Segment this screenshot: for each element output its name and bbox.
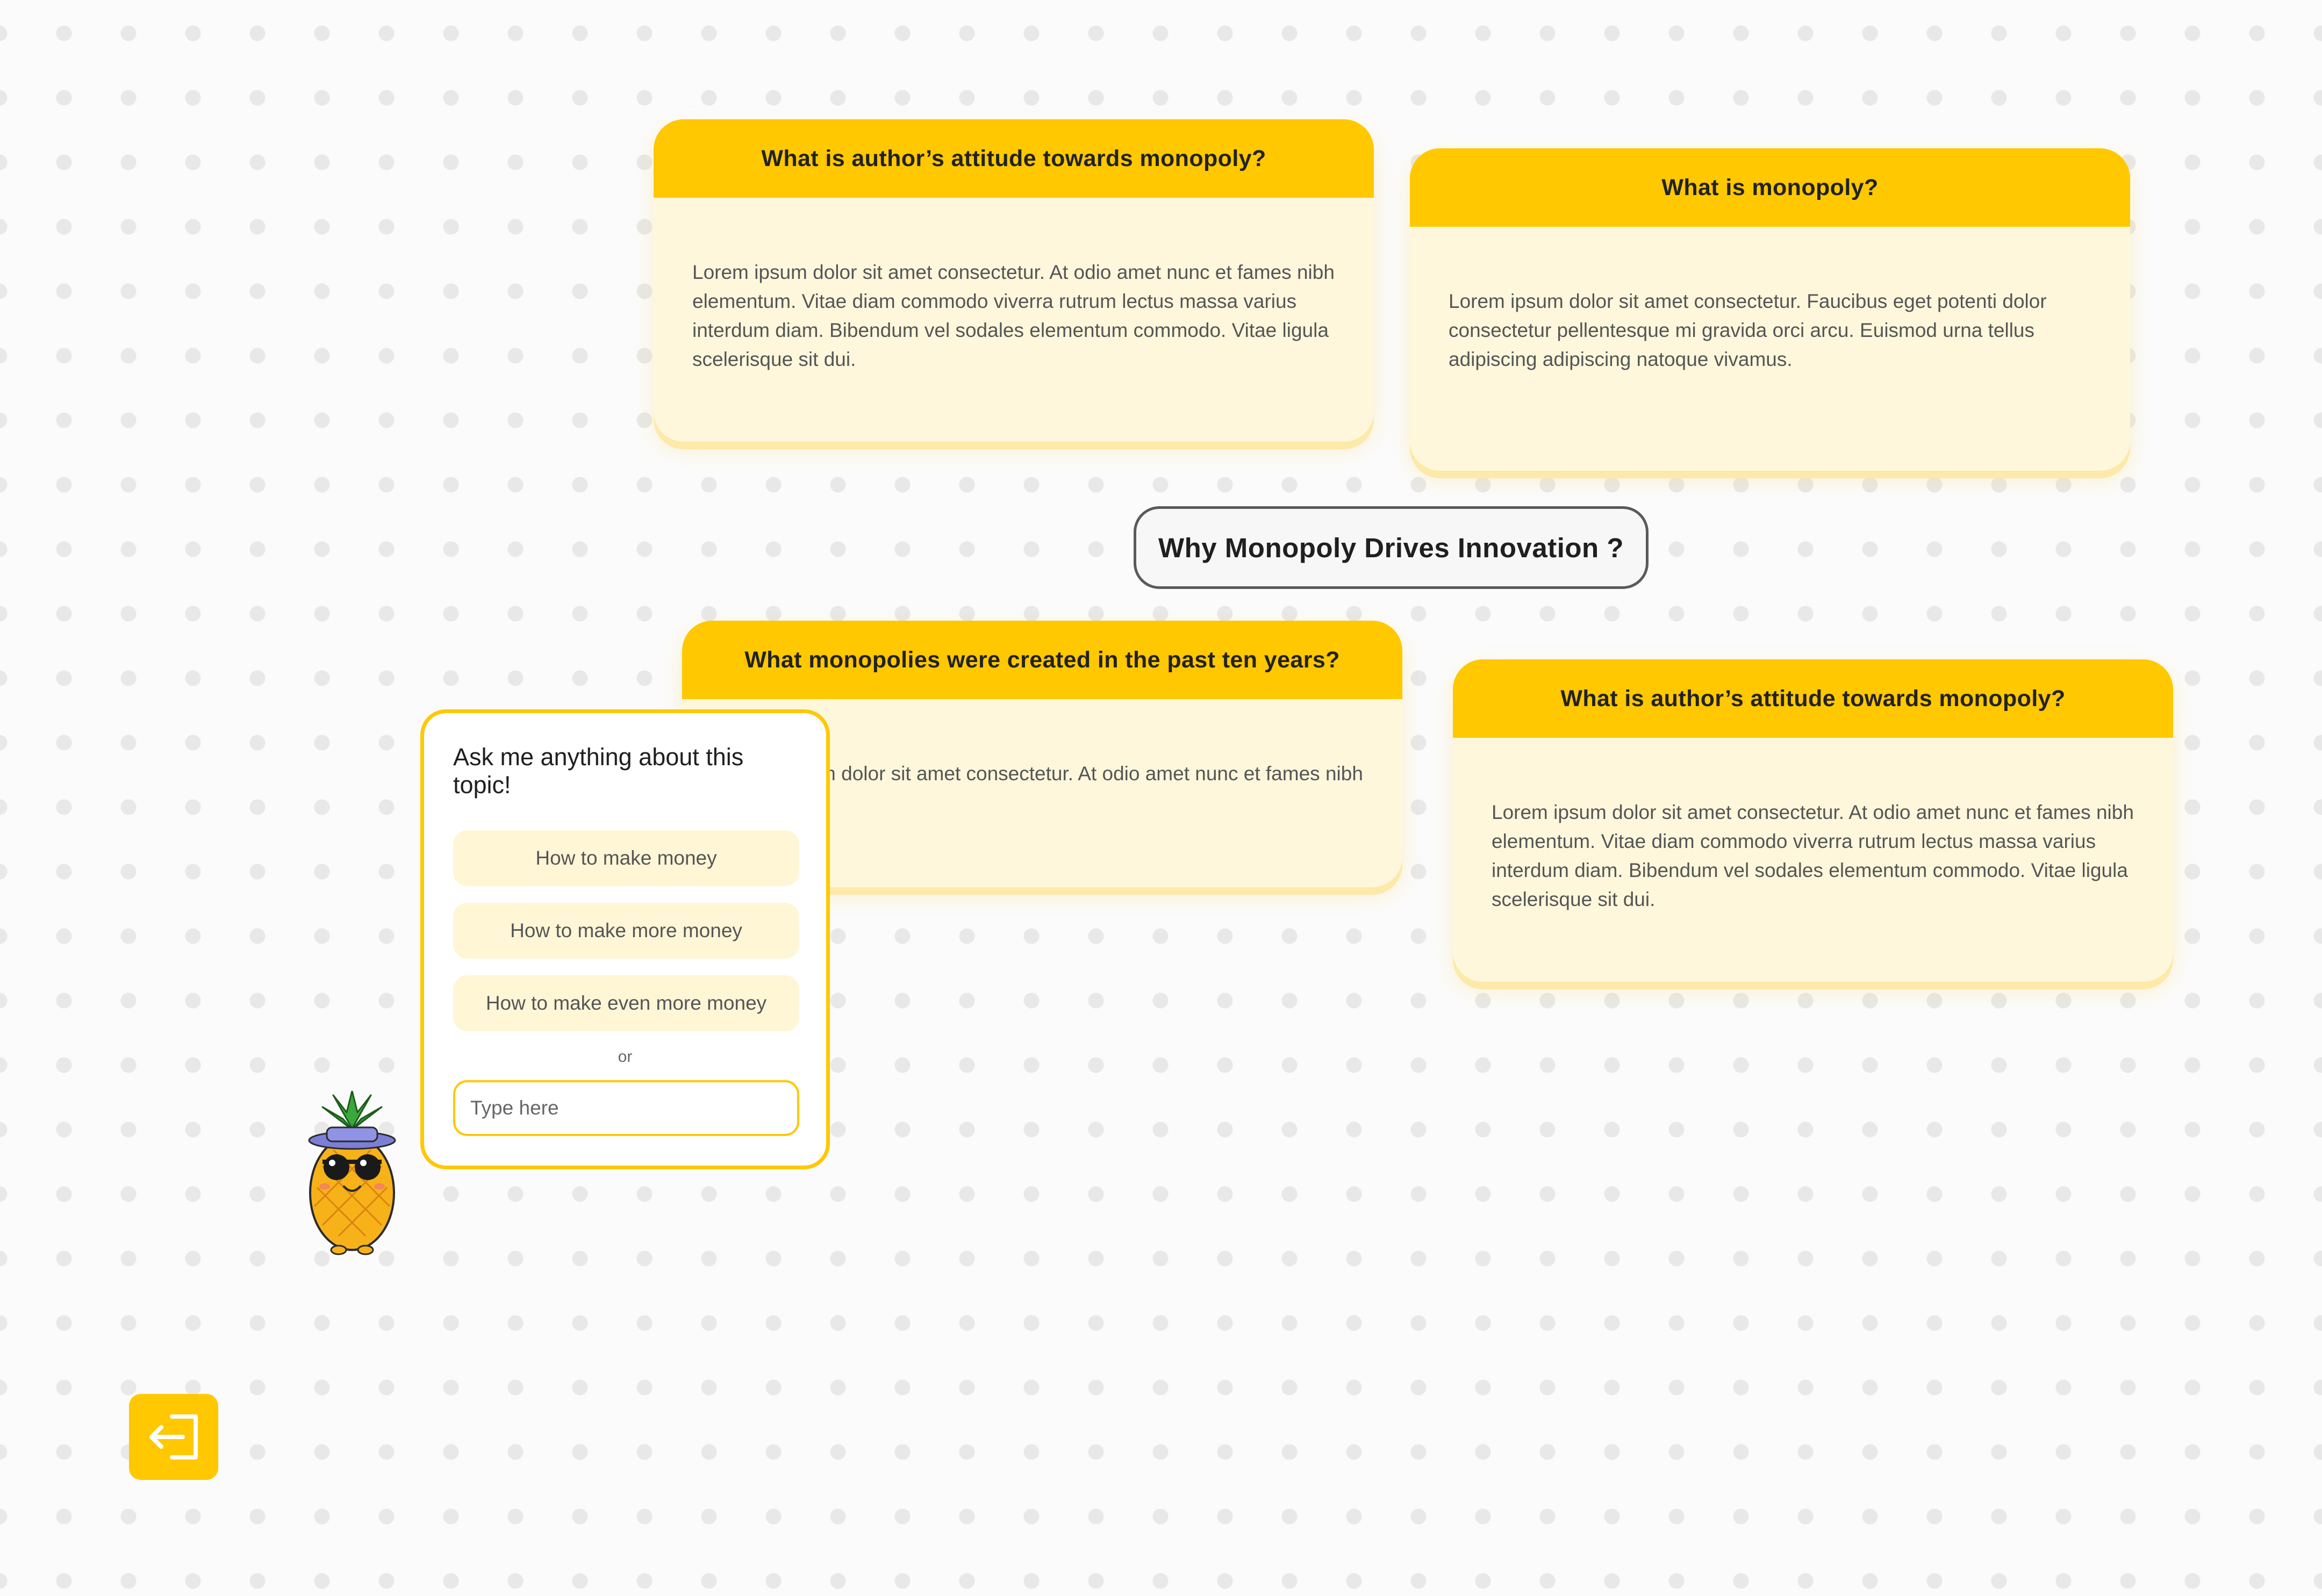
exit-icon [149, 1414, 198, 1460]
pineapple-mascot-icon [308, 1091, 396, 1255]
card-answer: Lorem ipsum dolor sit amet consectetur. … [1449, 290, 2047, 370]
question-card[interactable]: What is author’s attitude towards monopo… [1453, 659, 2173, 982]
card-question: What is author’s attitude towards monopo… [654, 119, 1374, 198]
assistant-title: Ask me anything about this topic! [453, 743, 744, 799]
suggestion-button[interactable]: How to make more money [453, 903, 799, 959]
card-question: What monopolies were created in the past… [682, 621, 1402, 699]
question-card[interactable]: What is author’s attitude towards monopo… [654, 119, 1374, 442]
suggestion-button[interactable]: How to make even more money [453, 975, 799, 1031]
card-answer: Lorem ipsum dolor sit amet consectetur. … [1492, 801, 2134, 910]
suggestion-button[interactable]: How to make money [453, 830, 799, 886]
card-question: What is monopoly? [1410, 148, 2130, 227]
exit-button[interactable] [129, 1394, 218, 1480]
card-question: What is author’s attitude towards monopo… [1453, 659, 2173, 738]
question-card[interactable]: What is monopoly? Lorem ipsum dolor sit … [1410, 148, 2130, 471]
question-input[interactable] [453, 1080, 799, 1136]
or-label: or [618, 1048, 633, 1066]
topic-node[interactable]: Why Monopoly Drives Innovation ? [1134, 506, 1649, 589]
card-answer: Lorem ipsum dolor sit amet consectetur. … [692, 261, 1335, 370]
assistant-panel: Ask me anything about this topic! How to… [420, 709, 830, 1169]
